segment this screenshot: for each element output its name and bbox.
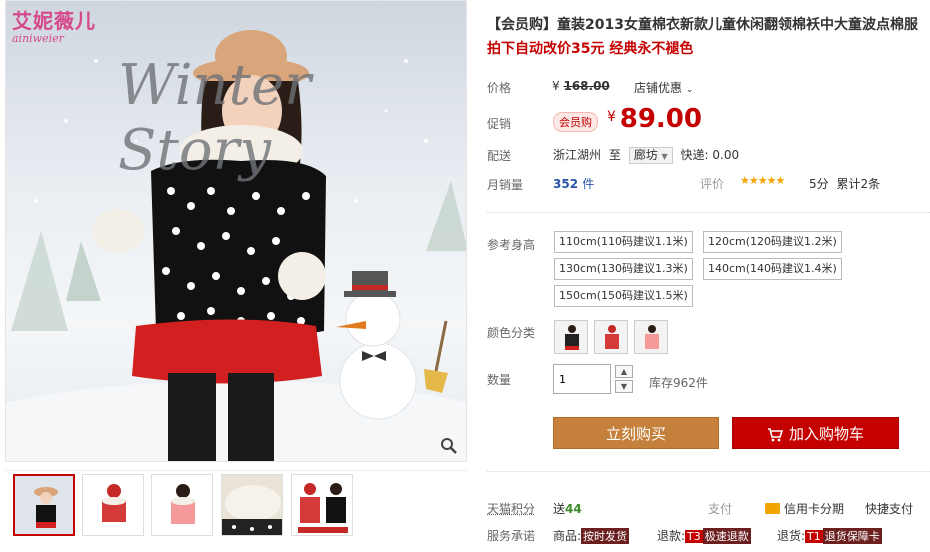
- destination-select[interactable]: 廊坊 ▼: [628, 147, 673, 164]
- ship-from: 浙江湖州: [553, 148, 602, 162]
- shipping-label: 配送: [487, 149, 512, 163]
- thumb-polka-coat-front[interactable]: [13, 474, 75, 536]
- rating-summary[interactable]: 5分 累计2条: [809, 175, 880, 192]
- color-swatch-red[interactable]: [594, 320, 628, 354]
- quantity-input[interactable]: [553, 364, 611, 394]
- product-subtitle: 拍下自动改价35元 经典永不褪色: [487, 41, 694, 57]
- service-goods-label: 商品:: [553, 529, 582, 543]
- monthly-sales-unit: 件: [582, 177, 595, 191]
- member-promo-tag: 会员购: [553, 112, 598, 132]
- color-label: 颜色分类: [487, 326, 536, 340]
- fast-refund-badge: 极速退款: [702, 528, 751, 544]
- add-to-cart-button[interactable]: 加入购物车: [732, 417, 899, 449]
- thumb-pink-coat[interactable]: [151, 474, 213, 536]
- shipping-info: 浙江湖州 至 廊坊 ▼ 快递: 0.00: [553, 146, 739, 164]
- credit-installment-label: 信用卡分期: [784, 502, 845, 516]
- currency-symbol: ¥: [552, 79, 560, 93]
- brand-name-cn: 艾妮薇儿: [12, 9, 96, 33]
- original-price-value: 168.00: [563, 79, 610, 93]
- points-value: 44: [565, 502, 582, 516]
- monthly-sales[interactable]: 352 件: [553, 175, 594, 192]
- t3-badge: T3: [685, 530, 703, 543]
- winter-story-text: Winter Story: [118, 53, 311, 183]
- service-promise-label: 服务承诺: [487, 529, 536, 543]
- service-return-label: 退货:: [777, 529, 806, 543]
- service-return[interactable]: 退货: T1 退货保障卡: [777, 527, 882, 544]
- thumbnail-strip: [5, 470, 467, 540]
- ontime-ship-badge: 按时发货: [581, 528, 630, 544]
- caret-down-icon: ▼: [661, 152, 668, 161]
- store-promo-dropdown[interactable]: 店铺优惠 ⌄: [634, 79, 693, 96]
- color-swatch-pink[interactable]: [634, 320, 668, 354]
- product-title: 【会员购】童装2013女童棉衣新款儿童休闲翻领棉袄中大童波点棉服: [487, 17, 918, 33]
- monthly-sales-count: 352: [553, 177, 579, 191]
- current-price: ¥ 89.00: [607, 104, 702, 134]
- product-gallery: 艾妮薇儿 ainiweier Winter Story: [5, 0, 467, 552]
- tmall-points-label[interactable]: 天猫积分: [487, 500, 535, 517]
- ship-to-word: 至: [608, 148, 621, 162]
- currency-symbol: ¥: [607, 109, 616, 125]
- rating-total: 累计2条: [836, 177, 881, 191]
- divider: [487, 212, 930, 213]
- size-option-150[interactable]: 150cm(150码建议1.5米): [554, 285, 693, 307]
- t1-badge: T1: [805, 530, 823, 543]
- destination-value: 廊坊: [633, 148, 658, 162]
- points-prefix: 送: [553, 502, 566, 516]
- buy-now-button[interactable]: 立刻购买: [553, 417, 719, 449]
- quantity-increase-button[interactable]: ▲: [615, 365, 633, 378]
- stock-count: 库存962件: [649, 376, 708, 390]
- original-price: ¥ 168.00: [552, 79, 610, 93]
- divider: [487, 471, 930, 472]
- thumb-red-coat[interactable]: [82, 474, 144, 536]
- credit-card-icon: [765, 503, 780, 514]
- express-fee: 快递: 0.00: [680, 148, 740, 162]
- brand-logo: 艾妮薇儿 ainiweier: [12, 5, 96, 45]
- quantity-decrease-button[interactable]: ▼: [615, 380, 633, 393]
- quick-pay[interactable]: 快捷支付: [865, 500, 913, 517]
- magnifier-icon[interactable]: [440, 437, 458, 455]
- color-swatch-black-polka[interactable]: [554, 320, 588, 354]
- store-promo-label: 店铺优惠: [634, 81, 683, 95]
- size-option-140[interactable]: 140cm(140码建议1.4米): [703, 258, 842, 280]
- rating-score: 5分: [809, 177, 829, 191]
- quantity-label: 数量: [487, 373, 512, 387]
- credit-installment[interactable]: 信用卡分期: [765, 500, 844, 517]
- star-rating-icon: ★★★★★: [740, 174, 785, 187]
- return-guarantee-badge: 退货保障卡: [822, 528, 882, 544]
- service-refund-label: 退款:: [657, 529, 686, 543]
- cart-icon: [767, 428, 783, 442]
- add-to-cart-label: 加入购物车: [788, 425, 864, 443]
- main-product-image[interactable]: 艾妮薇儿 ainiweier Winter Story: [5, 0, 467, 462]
- size-label: 参考身高: [487, 238, 536, 252]
- service-goods[interactable]: 商品: 按时发货: [553, 527, 630, 544]
- thumb-red-black-coats[interactable]: [291, 474, 353, 536]
- rating-label: 评价: [700, 177, 725, 191]
- payment-label: 支付: [708, 502, 733, 516]
- product-info-panel: 【会员购】童装2013女童棉衣新款儿童休闲翻领棉袄中大童波点棉服 拍下自动改价3…: [487, 0, 930, 552]
- size-option-120[interactable]: 120cm(120码建议1.2米): [703, 231, 842, 253]
- tmall-points: 送44: [553, 500, 582, 517]
- size-option-110[interactable]: 110cm(110码建议1.1米): [554, 231, 693, 253]
- current-price-value: 89.00: [619, 104, 702, 134]
- service-refund[interactable]: 退款: T3 极速退款: [657, 527, 751, 544]
- monthly-sales-label: 月销量: [487, 178, 524, 192]
- thumb-fur-collar-detail[interactable]: [221, 474, 283, 536]
- price-label: 价格: [487, 81, 512, 95]
- size-option-130[interactable]: 130cm(130码建议1.3米): [554, 258, 693, 280]
- chevron-down-icon: ⌄: [685, 85, 694, 95]
- promo-label: 促销: [487, 117, 512, 131]
